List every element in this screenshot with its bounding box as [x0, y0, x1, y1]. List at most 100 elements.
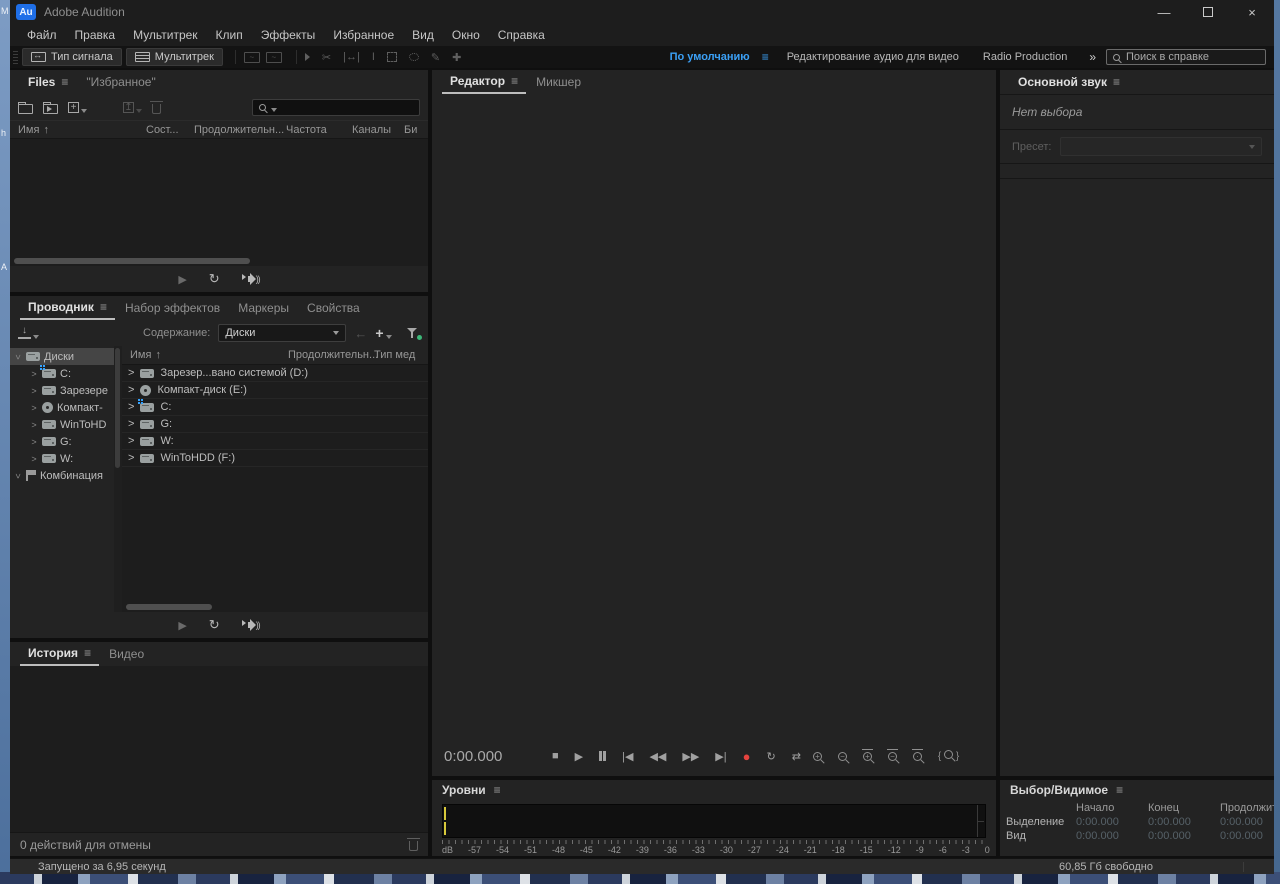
tree-item-wintohdd[interactable]: > WinToHD: [10, 416, 114, 433]
workspace-tab-audio-for-video[interactable]: Редактирование аудио для видео: [775, 51, 971, 63]
column-header-duration[interactable]: Продолжительн...: [288, 349, 374, 361]
column-header-bitdepth[interactable]: Би: [404, 124, 420, 136]
list-item[interactable]: > W:: [122, 433, 428, 450]
column-header-mediatype[interactable]: Тип мед: [374, 349, 420, 361]
lasso-selection-tool-icon[interactable]: [409, 53, 419, 61]
loop-playback-icon[interactable]: ↻: [209, 271, 220, 287]
chevron-right-icon[interactable]: >: [30, 403, 38, 413]
chevron-right-icon[interactable]: >: [128, 435, 134, 447]
play-button[interactable]: ▶: [575, 750, 583, 763]
chevron-right-icon[interactable]: >: [30, 420, 38, 430]
tree-item-c[interactable]: > C:: [10, 365, 114, 382]
zoom-in-point-left-icon[interactable]: +: [863, 752, 872, 761]
pause-button[interactable]: [599, 751, 606, 761]
tree-item-cdrom[interactable]: > Компакт-: [10, 399, 114, 416]
scrollbar-thumb[interactable]: [126, 604, 212, 610]
timecode-display[interactable]: 0:00.000: [444, 748, 552, 765]
menu-item[interactable]: Справка: [489, 28, 554, 42]
panel-menu-icon[interactable]: ≡: [511, 74, 518, 88]
workspace-overflow-button[interactable]: »: [1079, 50, 1106, 64]
zoom-out-point-icon[interactable]: −: [888, 752, 897, 761]
fast-forward-button[interactable]: ▶▶: [682, 750, 699, 763]
zoom-out-icon[interactable]: −: [838, 752, 847, 761]
time-selection-tool-icon[interactable]: |↔|: [343, 51, 360, 63]
move-tool-icon[interactable]: [305, 53, 310, 61]
list-item[interactable]: > C:: [122, 399, 428, 416]
files-search-input[interactable]: [252, 99, 420, 116]
tab-editor[interactable]: Редактор ≡: [442, 70, 526, 94]
tab-history[interactable]: История ≡: [20, 642, 99, 666]
selection-end-value[interactable]: 0:00.000: [1148, 816, 1214, 828]
scrollbar-thumb[interactable]: [14, 258, 250, 264]
marquee-selection-tool-icon[interactable]: [387, 52, 397, 62]
add-shortcut-button[interactable]: +: [375, 325, 391, 341]
level-meter[interactable]: [442, 804, 986, 838]
rewind-button[interactable]: ◀◀: [649, 750, 666, 763]
list-empty-space[interactable]: [122, 467, 428, 602]
tab-mixer[interactable]: Микшер: [528, 71, 589, 93]
chevron-expanded-icon[interactable]: >: [13, 472, 23, 480]
zoom-to-selection-icon[interactable]: { }: [938, 750, 959, 762]
chevron-right-icon[interactable]: >: [128, 452, 134, 464]
column-header-duration[interactable]: Продолжительн...: [194, 124, 286, 136]
selection-start-value[interactable]: 0:00.000: [1076, 816, 1142, 828]
import-file-icon[interactable]: [43, 104, 58, 114]
preview-play-icon[interactable]: ▶: [178, 619, 186, 632]
loop-playback-icon[interactable]: ↻: [209, 617, 220, 633]
list-item[interactable]: > G:: [122, 416, 428, 433]
chevron-right-icon[interactable]: >: [30, 437, 38, 447]
history-list-empty[interactable]: [10, 666, 428, 832]
tree-item-w[interactable]: > W:: [10, 450, 114, 467]
go-to-start-button[interactable]: |◀: [622, 750, 633, 763]
panel-menu-icon[interactable]: ≡: [494, 783, 501, 797]
preview-play-icon[interactable]: ▶: [178, 273, 186, 286]
trash-icon[interactable]: [152, 104, 161, 114]
go-to-end-button[interactable]: ▶|: [715, 750, 726, 763]
trash-icon[interactable]: [409, 841, 418, 851]
loop-playback-button[interactable]: ↻: [766, 750, 775, 763]
menu-item[interactable]: Избранное: [324, 28, 403, 42]
chevron-right-icon[interactable]: >: [30, 386, 38, 396]
chevron-right-icon[interactable]: >: [128, 367, 134, 379]
list-item[interactable]: > WinToHDD (F:): [122, 450, 428, 467]
menu-item[interactable]: Клип: [207, 28, 252, 42]
scrollbar-thumb[interactable]: [115, 348, 120, 468]
panel-menu-icon[interactable]: ≡: [1116, 783, 1123, 797]
column-header-samplerate[interactable]: Частота: [286, 124, 352, 136]
record-button[interactable]: ●: [743, 749, 751, 764]
razor-tool-icon[interactable]: ✂: [322, 51, 331, 64]
editor-canvas-empty[interactable]: [432, 94, 996, 736]
view-end-value[interactable]: 0:00.000: [1148, 830, 1214, 842]
maximize-button[interactable]: [1186, 0, 1230, 24]
view-duration-value[interactable]: 0:00.000: [1220, 830, 1274, 842]
workspace-tab-radio-production[interactable]: Radio Production: [971, 51, 1079, 63]
chevron-right-icon[interactable]: >: [30, 369, 38, 379]
column-header-channels[interactable]: Каналы: [352, 124, 404, 136]
chevron-right-icon[interactable]: >: [128, 384, 134, 396]
tab-properties[interactable]: Свойства: [299, 297, 368, 319]
close-button[interactable]: ×: [1230, 0, 1274, 24]
panel-menu-icon[interactable]: ≡: [84, 646, 91, 660]
menu-item[interactable]: Окно: [443, 28, 489, 42]
files-list-empty[interactable]: [10, 139, 428, 256]
multitrack-view-button[interactable]: Мультитрек: [126, 48, 223, 66]
chevron-right-icon[interactable]: >: [30, 454, 38, 464]
menu-item[interactable]: Правка: [66, 28, 125, 42]
chevron-expanded-icon[interactable]: >: [13, 353, 23, 361]
menu-item[interactable]: Эффекты: [252, 28, 325, 42]
open-file-icon[interactable]: [18, 104, 33, 114]
tree-item-g[interactable]: > G:: [10, 433, 114, 450]
help-search-input[interactable]: Поиск в справке: [1106, 49, 1266, 65]
tab-essential-sound[interactable]: Основной звук ≡: [1010, 71, 1128, 93]
view-start-value[interactable]: 0:00.000: [1076, 830, 1142, 842]
files-horizontal-scrollbar[interactable]: [10, 256, 428, 266]
tree-item-drives[interactable]: > Диски: [10, 348, 114, 365]
tab-video[interactable]: Видео: [101, 643, 152, 665]
tree-item-combination[interactable]: > Комбинация: [10, 467, 114, 484]
ibeam-tool-icon[interactable]: I: [372, 51, 375, 63]
auto-play-speaker-icon[interactable]: )): [242, 274, 260, 284]
pitch-display-icon[interactable]: ~: [266, 52, 282, 63]
minimize-button[interactable]: —: [1142, 0, 1186, 24]
list-item[interactable]: > Зарезер...вано системой (D:): [122, 365, 428, 382]
preset-select[interactable]: [1060, 137, 1263, 156]
